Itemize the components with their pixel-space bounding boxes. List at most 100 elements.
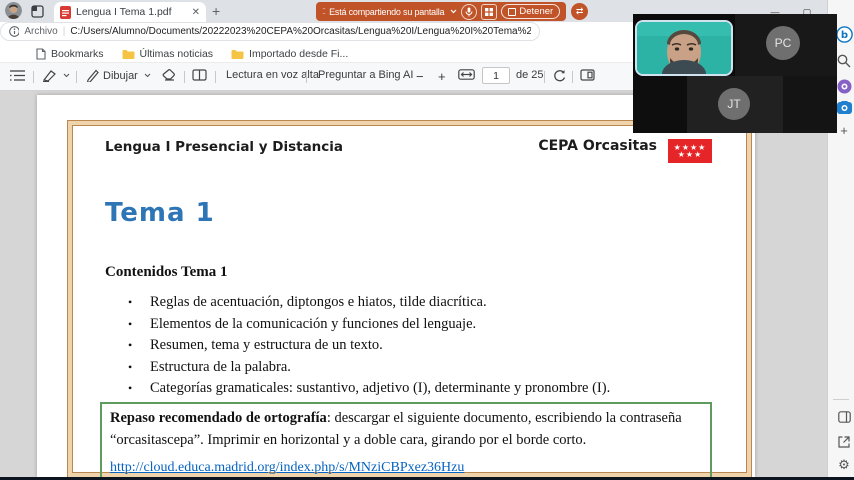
participant-avatar: PC [766,26,800,60]
page-layout-icon[interactable] [580,69,595,81]
document-title: Tema 1 [105,198,215,228]
participant-tile[interactable]: JT [687,76,783,133]
participant-avatar: JT [718,88,750,120]
madrid-flag-icon: ★★★★ ★★★ [668,139,712,163]
bullet-glyph: • [128,381,133,395]
note-link[interactable]: http://cloud.educa.madrid.org/index.php/… [110,460,464,475]
file-info-icon[interactable] [9,26,20,37]
address-divider: | [62,26,66,37]
bookmark-folder[interactable]: Últimas noticias [122,48,214,60]
bullet-glyph: • [128,316,133,331]
folder-icon [122,49,135,59]
list-item: • Elementos de la comunicación y funcione… [128,314,728,336]
bookmark-label: Últimas noticias [139,48,214,60]
bullet-text: Reglas de acentuación, diptongos e hiato… [150,294,487,310]
note-bold-text: Repaso recomendado de ortografía [110,410,327,426]
list-item: • Estructura de la palabra. [128,357,728,379]
document-header-left: Lengua I Presencial y Distancia [105,139,344,155]
toc-icon[interactable] [10,69,25,82]
open-external-icon[interactable] [835,433,853,451]
bookmark-item[interactable]: Bookmarks [36,48,104,60]
switch-share-button[interactable]: ⇄ [571,3,589,20]
screenshot-icon[interactable] [835,98,853,116]
contents-heading: Contenidos Tema 1 [105,264,228,280]
stop-sharing-button[interactable]: Detener [501,4,561,19]
page-icon [36,48,46,60]
highlighter-button[interactable] [42,69,70,82]
webcam-video-tile[interactable] [635,20,733,76]
browser-profile-avatar[interactable] [5,2,22,19]
document-header-right: CEPA Orcasitas [538,138,657,154]
chevron-down-icon[interactable] [450,9,457,14]
folder-icon [231,49,244,59]
video-call-overlay[interactable]: PC JT [633,14,837,133]
tab-title: Lengua I Tema 1.pdf [76,6,172,18]
draw-button[interactable]: Dibujar [86,69,151,82]
toolbar-divider [544,71,545,83]
browser-tab[interactable]: Lengua I Tema 1.pdf ✕ [54,2,206,22]
toolbar-divider [572,71,573,83]
rotate-icon[interactable] [553,69,567,82]
new-tab-button[interactable]: + [212,3,220,19]
bullet-text: Resumen, tema y estructura de un texto. [150,337,383,353]
screen-share-pill: ⁚⁚ Está compartiendo su pantalla Detener [316,2,567,21]
toolbar-divider [33,71,34,83]
bullet-text: Categorías gramaticales: sustantivo, adj… [150,380,611,396]
workspaces-icon[interactable] [31,5,44,18]
search-icon[interactable] [835,52,853,70]
sidebar-panel-icon[interactable] [835,408,853,426]
sidebar-divider [833,399,849,400]
participant-tile [633,76,687,133]
ask-bing-label: Preguntar a Bing AI [318,69,414,81]
flag-stars-row2: ★★★ [677,150,703,159]
toolbar-divider [306,71,307,83]
webcam-face [637,22,731,74]
tab-close-icon[interactable]: ✕ [192,7,200,18]
bullet-glyph: • [128,338,133,352]
drag-handle-icon[interactable]: ⁚⁚ [322,7,326,16]
zoom-in-button[interactable]: + [438,69,446,84]
bullet-glyph: • [128,295,133,309]
pdf-viewer[interactable]: Lengua I Presencial y Distancia CEPA Orc… [0,91,827,480]
address-url: C:/Users/Alumno/Documents/20222023%20CEP… [70,26,531,37]
fit-width-icon[interactable] [458,69,475,80]
contents-bullet-list: • Reglas de acentuación, diptongos e hiat… [128,292,728,400]
page-total-label: de 25 [516,69,544,81]
chevron-down-icon [144,73,151,78]
read-aloud-button[interactable]: Lectura en voz alta [226,69,319,81]
bookmark-label: Bookmarks [51,48,104,60]
share-grid-button[interactable] [481,3,498,20]
participant-tile[interactable]: PC [735,14,837,76]
bing-chat-icon[interactable]: b [835,25,853,43]
participant-tile [783,76,837,133]
bullet-text: Estructura de la palabra. [150,358,291,375]
address-bar[interactable]: Archivo | C:/Users/Alumno/Documents/2022… [0,22,540,41]
participant-initials: PC [774,36,792,50]
toolbar-divider [76,71,77,83]
page-number-input[interactable] [482,67,510,84]
sidebar-add-icon[interactable]: + [835,121,853,139]
eraser-icon[interactable] [162,69,176,81]
settings-gear-icon[interactable]: ⚙ [835,456,853,474]
pdf-page: Lengua I Presencial y Distancia CEPA Orc… [37,95,755,480]
toolbar-divider [184,71,185,83]
bookmark-label: Importado desde Fi... [249,48,349,60]
pdf-file-icon [60,5,71,19]
note-box: Repaso recomendado de ortografía: descar… [100,402,712,480]
bullet-text: Elementos de la comunicación y funciones… [150,315,477,332]
participant-initials: JT [727,97,741,111]
tools-icon[interactable] [835,77,853,95]
zoom-out-button[interactable]: − [416,69,424,84]
list-item: • Reglas de acentuación, diptongos e hiat… [128,292,728,314]
two-page-view-icon[interactable] [192,69,207,81]
microphone-button[interactable] [461,3,478,20]
address-scheme-label: Archivo [24,26,58,37]
list-item: • Resumen, tema y estructura de un texto. [128,335,728,357]
bullet-glyph: • [128,359,133,374]
read-aloud-label: Lectura en voz alta [226,69,319,81]
toolbar-divider [215,71,216,83]
stop-icon [508,7,517,16]
ask-bing-button[interactable]: Preguntar a Bing AI [318,69,413,81]
bookmark-folder[interactable]: Importado desde Fi... [231,48,348,60]
screen-share-bar: ⁚⁚ Está compartiendo su pantalla Detener… [316,2,589,21]
